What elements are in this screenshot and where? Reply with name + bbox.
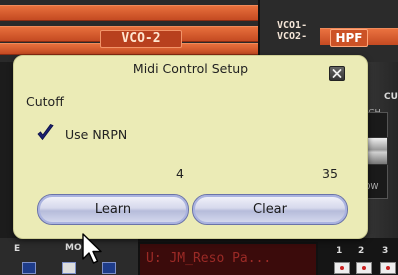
midi-control-setup-dialog: Midi Control Setup Cutoff Use NRPN 4 35 … (13, 55, 368, 239)
channel-number: 1 (336, 246, 343, 256)
cutoff-fader-label: CU (384, 92, 398, 102)
checkmark-icon[interactable] (36, 123, 56, 143)
e-label: E (14, 244, 21, 254)
vco-mix-label: VCO1- VCO2- (277, 20, 308, 42)
midi-value: 35 (322, 166, 338, 181)
channel-button[interactable] (334, 262, 350, 274)
mode-led[interactable] (62, 262, 76, 274)
close-button[interactable] (329, 66, 345, 81)
vco-section-label: VCO-2 (100, 30, 182, 48)
hpf-section-label: HPF (330, 29, 368, 47)
channel-number: 3 (382, 246, 389, 256)
channel-number: 2 (358, 246, 365, 256)
parameter-name: Cutoff (26, 94, 64, 109)
dialog-title: Midi Control Setup (132, 61, 249, 76)
learn-button[interactable]: Learn (37, 194, 189, 225)
use-nrpn-label: Use NRPN (65, 127, 128, 142)
patch-name-display: U: JM_Reso Pa... (138, 242, 318, 275)
mode-led[interactable] (22, 262, 36, 274)
midi-controller-number: 4 (176, 166, 184, 181)
clear-button[interactable]: Clear (192, 194, 348, 225)
channel-button[interactable] (380, 262, 396, 274)
mode-led[interactable] (102, 262, 116, 274)
mouse-cursor-icon (82, 233, 102, 264)
panel-strip (0, 5, 258, 21)
channel-button[interactable] (356, 262, 372, 274)
close-icon (332, 69, 342, 78)
